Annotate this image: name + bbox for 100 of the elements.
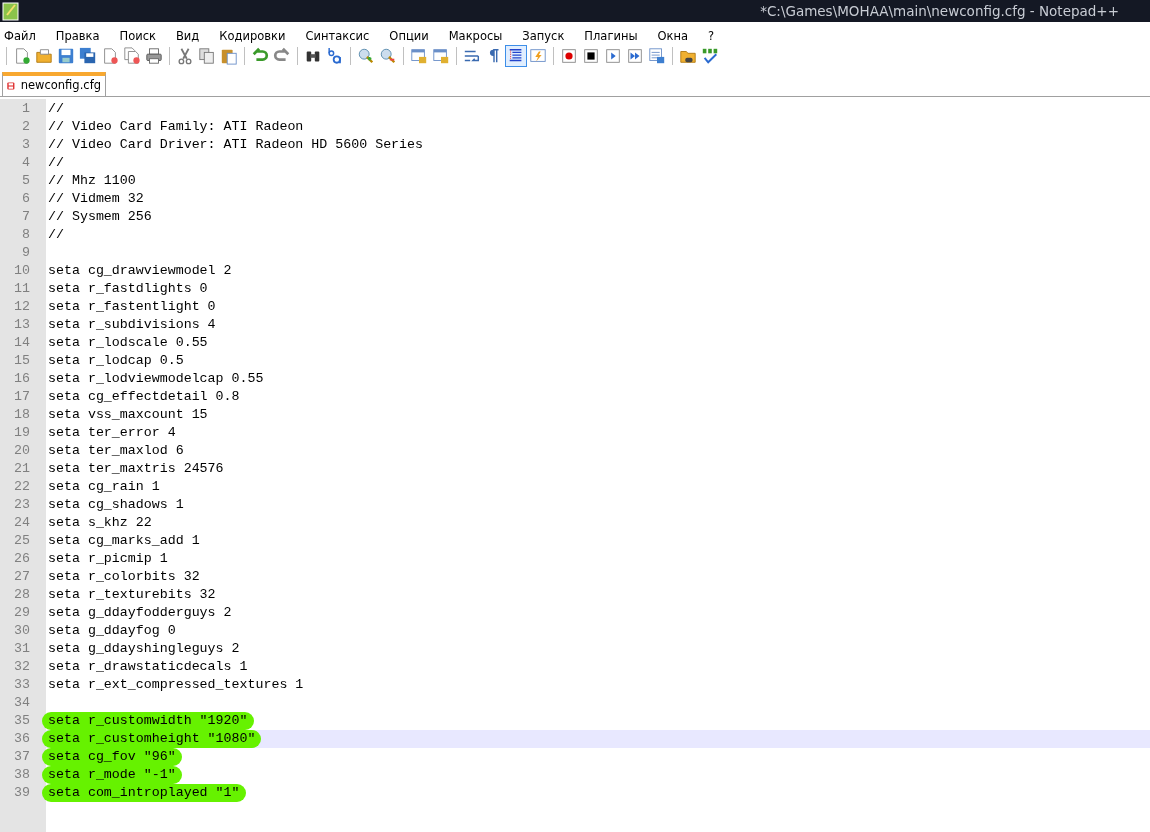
save-icon bbox=[57, 47, 75, 65]
line-number: 16 bbox=[13, 370, 31, 388]
line-number: 28 bbox=[13, 586, 31, 604]
line-number: 18 bbox=[13, 406, 31, 424]
folder-icon bbox=[35, 47, 53, 65]
line-number: 17 bbox=[13, 388, 31, 406]
replace-icon bbox=[326, 47, 344, 65]
line-number: 27 bbox=[13, 568, 31, 586]
window-lock-icon bbox=[410, 47, 428, 65]
zoom-out-icon bbox=[379, 47, 397, 65]
menu-item[interactable]: Опции bbox=[388, 28, 430, 45]
line-number: 3 bbox=[21, 136, 31, 154]
line-number: 5 bbox=[21, 172, 31, 190]
line-number: 20 bbox=[13, 442, 31, 460]
line-number: 14 bbox=[13, 334, 31, 352]
line-number: 7 bbox=[21, 208, 31, 226]
code-line: seta g_ddayfog 0 bbox=[48, 622, 176, 640]
line-number: 8 bbox=[21, 226, 31, 244]
code-line: seta r_subdivisions 4 bbox=[48, 316, 216, 334]
code-line: seta r_ext_compressed_textures 1 bbox=[48, 676, 304, 694]
code-line: seta cg_fov "96" bbox=[42, 748, 182, 766]
line-number: 22 bbox=[13, 478, 31, 496]
menu-item[interactable]: Запуск bbox=[521, 28, 566, 45]
menu-item[interactable]: Поиск bbox=[118, 28, 157, 45]
window-title: *C:\Games\MOHAA\main\newconfig.cfg - Notepad++ bbox=[760, 1, 1119, 21]
code-line: seta r_lodscale 0.55 bbox=[48, 334, 208, 352]
code-line: // Video Card Family: ATI Radeon bbox=[48, 118, 304, 136]
line-number: 33 bbox=[13, 676, 31, 694]
line-number: 12 bbox=[13, 298, 31, 316]
menu-item[interactable]: Файл bbox=[3, 28, 37, 45]
code-line: // Video Card Driver: ATI Radeon HD 5600 Series bbox=[48, 136, 424, 154]
line-number: 35 bbox=[13, 712, 31, 730]
record-icon bbox=[560, 47, 578, 65]
line-number: 1 bbox=[21, 100, 31, 118]
line-number: 30 bbox=[13, 622, 31, 640]
new-file-icon bbox=[13, 47, 31, 65]
code-line: seta cg_effectdetail 0.8 bbox=[48, 388, 240, 406]
menu-item[interactable]: Кодировки bbox=[218, 28, 287, 45]
menu-item[interactable]: Синтаксис bbox=[304, 28, 371, 45]
line-number: 19 bbox=[13, 424, 31, 442]
play-icon bbox=[604, 47, 622, 65]
line-number: 34 bbox=[13, 694, 31, 712]
code-line: seta r_customheight "1080" bbox=[42, 730, 262, 748]
menu-item[interactable]: Окна bbox=[656, 28, 690, 45]
code-line: seta r_lodviewmodelcap 0.55 bbox=[48, 370, 264, 388]
code-line: seta r_lodcap 0.5 bbox=[48, 352, 184, 370]
close-all-button[interactable] bbox=[121, 45, 143, 67]
app-icon bbox=[2, 1, 20, 21]
save-macro-icon bbox=[648, 47, 666, 65]
code-line: // bbox=[48, 154, 64, 172]
code-line: seta cg_marks_add 1 bbox=[48, 532, 200, 550]
zoom-in-icon bbox=[357, 47, 375, 65]
close-all-icon bbox=[123, 47, 141, 65]
line-number: 9 bbox=[21, 244, 31, 262]
line-number: 2 bbox=[21, 118, 31, 136]
line-number: 13 bbox=[13, 316, 31, 334]
save-icon bbox=[7, 79, 15, 93]
code-line: seta g_ddayshingleguys 2 bbox=[48, 640, 240, 658]
line-number: 38 bbox=[13, 766, 31, 784]
line-number: 6 bbox=[21, 190, 31, 208]
indent-guide-button[interactable] bbox=[505, 45, 527, 67]
code-line: seta g_ddayfodderguys 2 bbox=[48, 604, 232, 622]
close-file-icon bbox=[101, 47, 119, 65]
line-number: 36 bbox=[13, 730, 31, 748]
code-line: // bbox=[48, 100, 64, 118]
line-number: 32 bbox=[13, 658, 31, 676]
line-number: 21 bbox=[13, 460, 31, 478]
scissors-icon bbox=[176, 47, 194, 65]
code-line: seta r_colorbits 32 bbox=[48, 568, 200, 586]
fast-forward-icon bbox=[626, 47, 644, 65]
save-all-icon bbox=[79, 47, 97, 65]
line-number: 26 bbox=[13, 550, 31, 568]
code-line: seta cg_shadows 1 bbox=[48, 496, 184, 514]
menu-item[interactable]: Правка bbox=[54, 28, 101, 45]
line-number: 11 bbox=[13, 280, 31, 298]
copy-icon bbox=[198, 47, 216, 65]
code-line: // bbox=[48, 226, 64, 244]
menu-item[interactable]: Плагины bbox=[583, 28, 639, 45]
line-number: 37 bbox=[13, 748, 31, 766]
code-line: seta vss_maxcount 15 bbox=[48, 406, 208, 424]
stop-icon bbox=[582, 47, 600, 65]
menu-item[interactable]: ? bbox=[707, 28, 716, 45]
file-tab[interactable]: newconfig.cfg bbox=[2, 72, 106, 96]
spell-check-icon bbox=[701, 47, 719, 65]
printer-button[interactable] bbox=[143, 45, 165, 67]
line-number: 24 bbox=[13, 514, 31, 532]
paste-icon bbox=[220, 47, 238, 65]
code-line: seta r_texturebits 32 bbox=[48, 586, 216, 604]
menu-item[interactable]: Макросы bbox=[447, 28, 504, 45]
code-line: seta r_drawstaticdecals 1 bbox=[48, 658, 248, 676]
code-line: seta r_picmip 1 bbox=[48, 550, 168, 568]
menu-item[interactable]: Вид bbox=[175, 28, 201, 45]
code-line: seta cg_rain 1 bbox=[48, 478, 160, 496]
code-line: seta r_mode "-1" bbox=[42, 766, 182, 784]
code-line: seta ter_maxtris 24576 bbox=[48, 460, 224, 478]
code-line: seta cg_drawviewmodel 2 bbox=[48, 262, 232, 280]
code-line: // Mhz 1100 bbox=[48, 172, 136, 190]
code-line: seta ter_maxlod 6 bbox=[48, 442, 184, 460]
printer-icon bbox=[145, 47, 163, 65]
line-number: 29 bbox=[13, 604, 31, 622]
